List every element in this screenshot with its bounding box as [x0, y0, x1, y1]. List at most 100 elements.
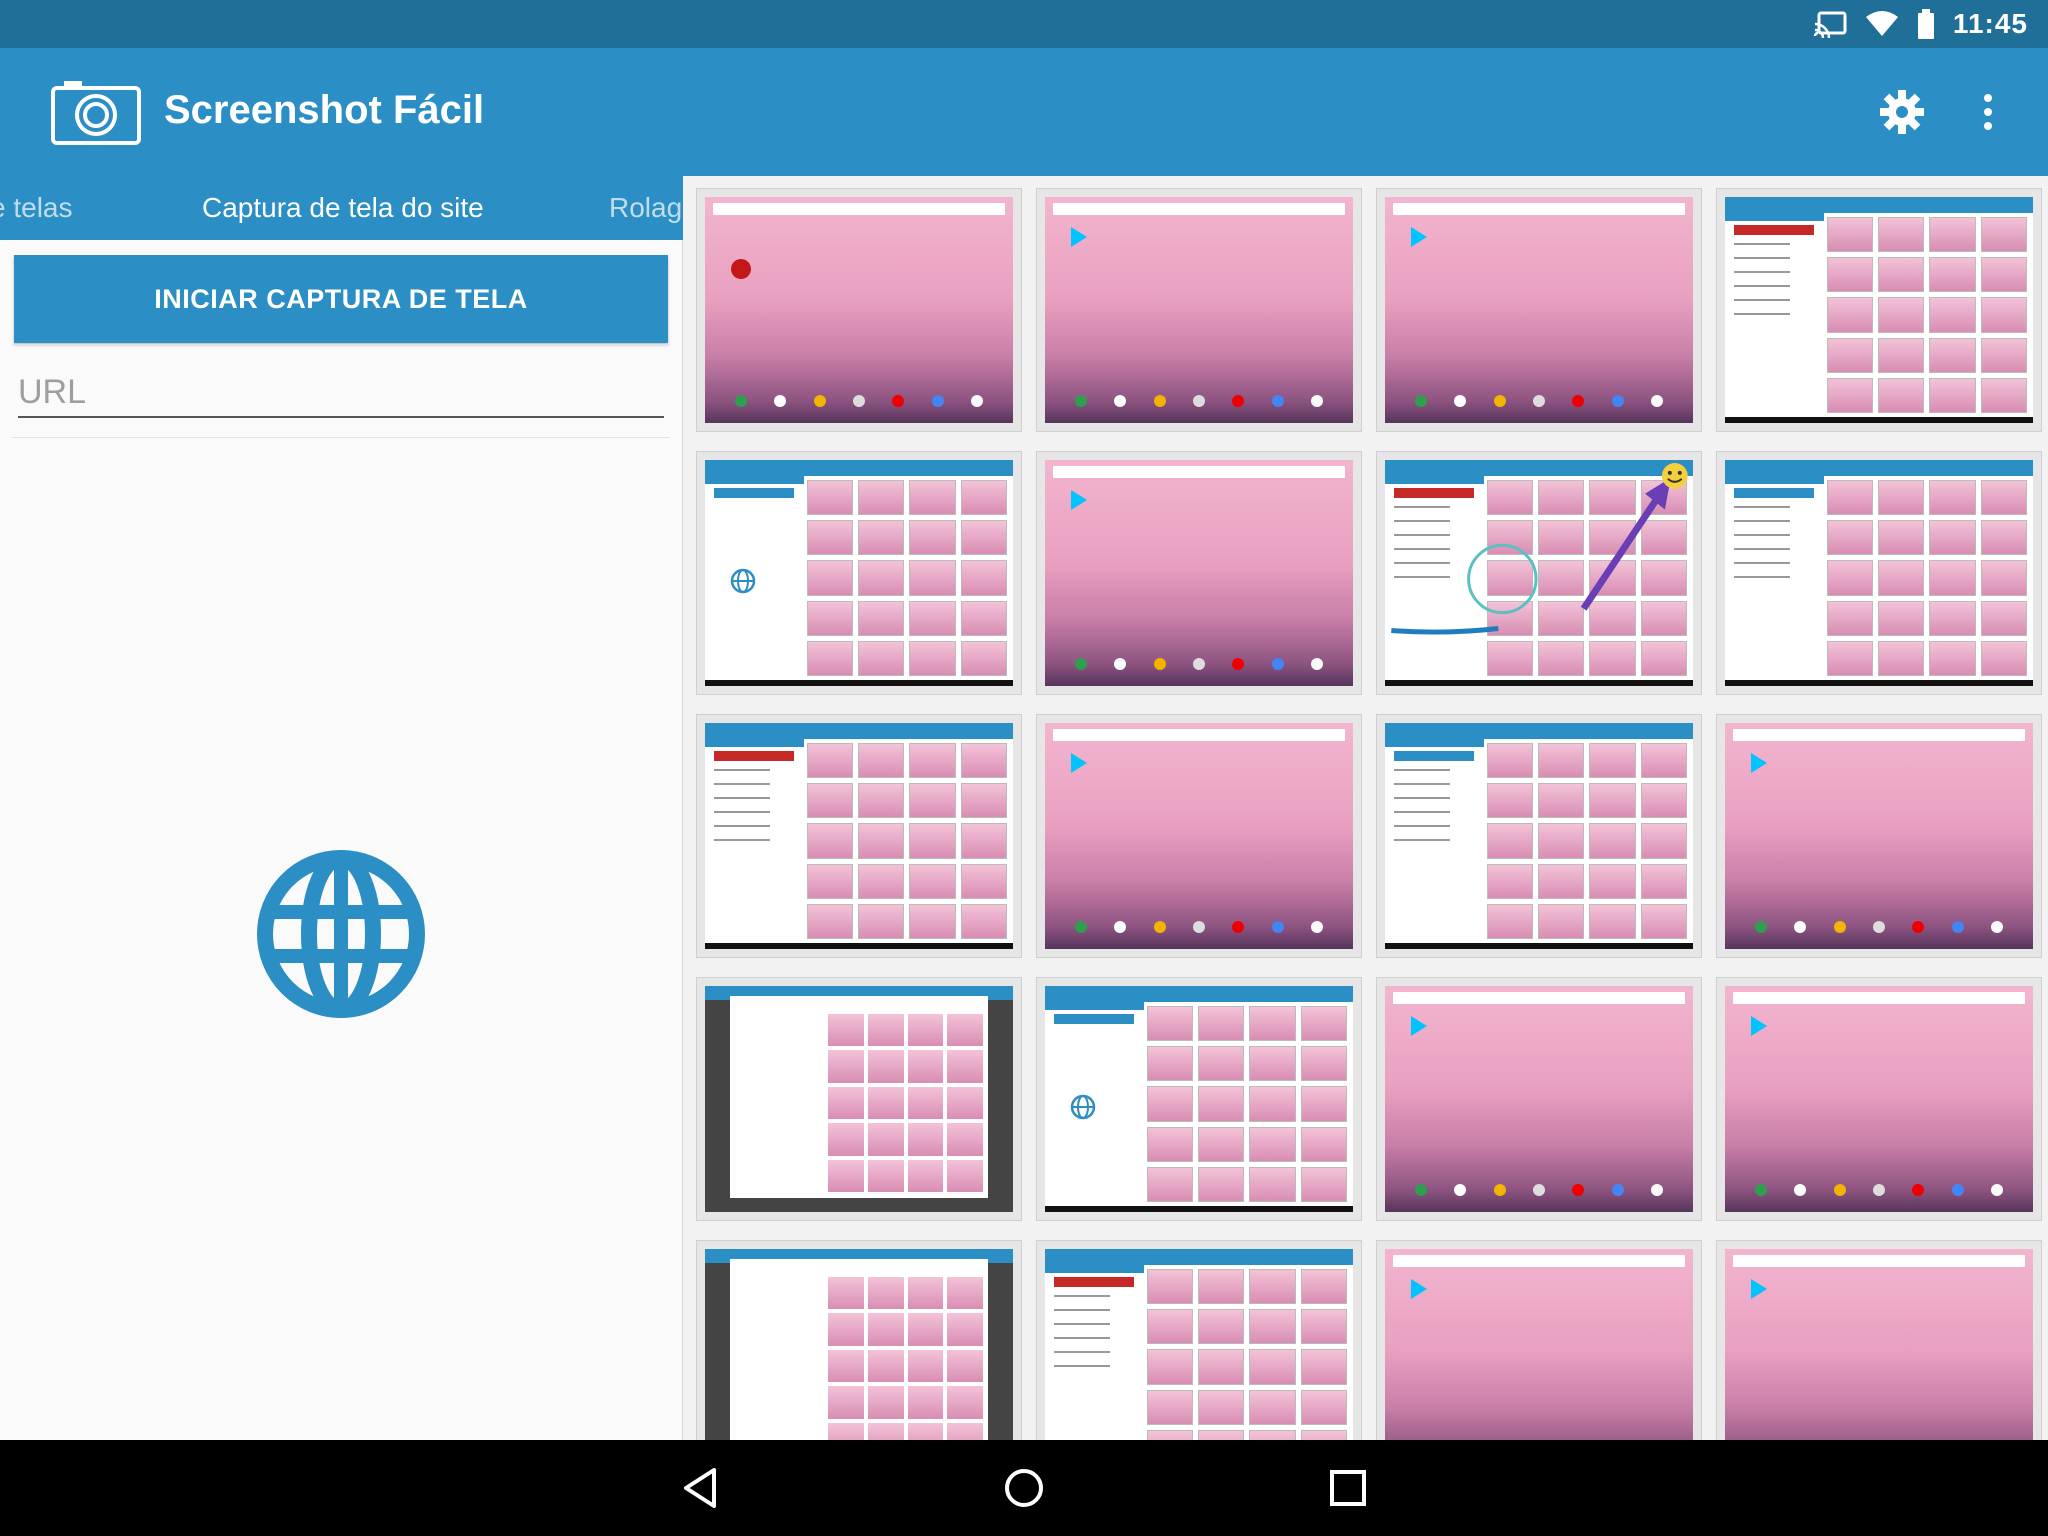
mini-grid-preview: [806, 743, 1007, 939]
settings-rows-preview: [714, 769, 794, 853]
screenshot-thumbnail[interactable]: [696, 1240, 1022, 1440]
dock-preview: [1415, 1184, 1663, 1198]
navigation-bar: [0, 1440, 2048, 1536]
annotation-overlay: [1391, 462, 1688, 635]
nav-preview: [1045, 1206, 1353, 1212]
thumbnail-image: [1385, 723, 1693, 949]
thumbnail-image: [705, 197, 1013, 423]
screenshot-thumbnail[interactable]: [696, 188, 1022, 432]
back-icon[interactable]: [676, 1464, 724, 1512]
search-bar-preview: [1053, 729, 1345, 741]
screenshot-thumbnail[interactable]: [1036, 451, 1362, 695]
dock-preview: [1755, 921, 2003, 935]
start-capture-button[interactable]: INICIAR CAPTURA DE TELA: [14, 255, 668, 343]
tab-preview: [1725, 476, 1824, 484]
search-bar-preview: [1053, 466, 1345, 478]
screenshot-thumbnail[interactable]: [1036, 188, 1362, 432]
dock-preview: [1755, 1184, 2003, 1198]
screenshot-thumbnail[interactable]: [1376, 714, 1702, 958]
status-icons: 11:45: [1813, 0, 2028, 48]
mini-grid-preview: [1146, 1269, 1347, 1440]
screenshot-thumbnail[interactable]: [1716, 714, 2042, 958]
screenshot-thumbnail[interactable]: [1716, 188, 2042, 432]
screenshot-thumbnail[interactable]: [1716, 977, 2042, 1221]
search-bar-preview: [1733, 1255, 2025, 1267]
screenshot-thumbnail[interactable]: [1716, 1240, 2042, 1440]
tab-preview: [1045, 1002, 1144, 1010]
screen-preview: [729, 996, 989, 1198]
button-preview: [714, 488, 795, 498]
settings-gear-icon[interactable]: [1878, 88, 1926, 136]
recents-icon[interactable]: [1324, 1464, 1372, 1512]
play-store-icon: [1411, 227, 1427, 247]
thumbnail-image: [705, 723, 1013, 949]
screenshot-thumbnail[interactable]: [1036, 1240, 1362, 1440]
mini-grid-preview: [1826, 480, 2027, 676]
cast-icon: [1813, 11, 1847, 38]
url-input[interactable]: [18, 368, 664, 418]
thumbnail-image: [1725, 197, 2033, 423]
thumbnail-image: [1725, 986, 2033, 1212]
nav-preview: [705, 680, 1013, 686]
screenshot-thumbnail[interactable]: [1376, 1240, 1702, 1440]
screenshot-thumbnail[interactable]: [696, 451, 1022, 695]
screenshot-thumbnail[interactable]: [1376, 451, 1702, 695]
search-bar-preview: [1733, 992, 2025, 1004]
mini-grid-preview: [1826, 217, 2027, 413]
play-store-icon: [1071, 227, 1087, 247]
dock-preview: [1075, 395, 1323, 409]
button-preview: [1054, 1277, 1135, 1287]
screenshot-thumbnail[interactable]: [696, 977, 1022, 1221]
tab-preview: [705, 739, 804, 747]
screenshot-thumbnail[interactable]: [1036, 977, 1362, 1221]
play-store-icon: [1411, 1279, 1427, 1299]
play-store-icon: [1071, 490, 1087, 510]
thumbnail-image: [1385, 197, 1693, 423]
tab-next[interactable]: Rolage: [609, 176, 683, 240]
dock-preview: [1075, 921, 1323, 935]
settings-rows-preview: [1734, 506, 1814, 590]
app-bar-preview: [705, 723, 1013, 739]
tab-preview: [1385, 739, 1484, 747]
tab-website-capture[interactable]: Captura de tela do site: [202, 176, 484, 240]
divider: [12, 344, 670, 345]
battery-icon: [1917, 9, 1934, 39]
screenshot-thumbnail[interactable]: [1036, 714, 1362, 958]
thumbnail-image: [1045, 1249, 1353, 1440]
mini-grid-preview: [806, 480, 1007, 676]
globe-icon: [257, 850, 425, 1018]
button-preview: [714, 751, 795, 761]
globe-icon: [730, 569, 755, 594]
app-icon-preview: [731, 259, 751, 279]
home-icon[interactable]: [1000, 1464, 1048, 1512]
thumbnail-image: [1725, 1249, 2033, 1440]
search-bar-preview: [713, 203, 1005, 215]
left-panel: e telas Captura de tela do site Rolage I…: [0, 176, 683, 1440]
dock-preview: [1415, 395, 1663, 409]
nav-preview: [1385, 943, 1693, 949]
status-bar: 11:45: [0, 0, 2048, 48]
nav-preview: [1725, 680, 2033, 686]
thumbnail-image: [1045, 986, 1353, 1212]
nav-preview: [1725, 417, 2033, 423]
screenshot-thumbnail[interactable]: [1376, 188, 1702, 432]
app-bar-preview: [1725, 460, 2033, 476]
wifi-icon: [1865, 11, 1898, 36]
tab-strip: e telas Captura de tela do site Rolage: [0, 176, 683, 240]
more-vert-icon[interactable]: [1974, 88, 2002, 136]
play-store-icon: [1751, 1016, 1767, 1036]
thumbnail-image: [1045, 460, 1353, 686]
button-preview: [1734, 488, 1815, 498]
screenshot-thumbnail[interactable]: [1376, 977, 1702, 1221]
play-store-icon: [1411, 1016, 1427, 1036]
thumbnail-image: [1725, 460, 2033, 686]
app-bar-preview: [1045, 986, 1353, 1002]
settings-rows-preview: [1394, 769, 1474, 853]
app-bar-preview: [705, 460, 1013, 476]
screenshot-thumbnail[interactable]: [696, 714, 1022, 958]
thumbnail-image: [1385, 460, 1693, 686]
tab-previous[interactable]: e telas: [0, 176, 73, 240]
screenshot-thumbnail[interactable]: [1716, 451, 2042, 695]
play-store-icon: [1751, 1279, 1767, 1299]
tab-preview: [1045, 1265, 1144, 1273]
